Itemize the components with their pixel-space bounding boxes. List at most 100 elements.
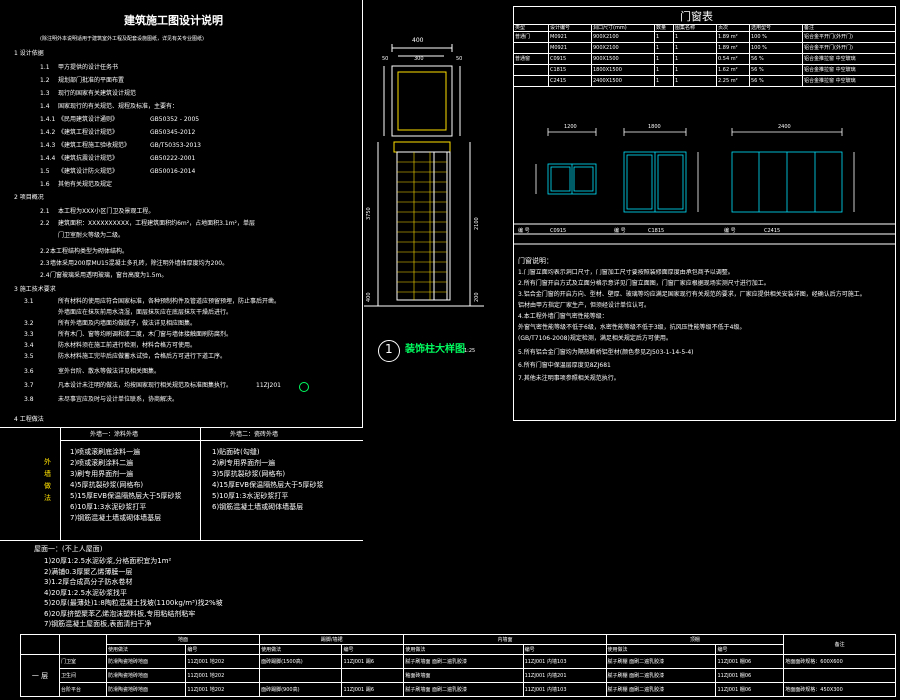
note-item: 外窗气密性能等级不低于6级，水密性能等级不低于3级，抗风压性能等级不低于4级。 xyxy=(518,324,746,331)
list-item: 1.4.2 《建筑工程设计规范》 GB50345-2012 xyxy=(40,129,196,136)
elevation-code: C2415 xyxy=(764,228,780,234)
finish-item: 7)钢筋混凝土墙或砌体墙基层 xyxy=(70,514,162,522)
list-item: 1.4 国家现行的有关规范、规程及标准，主要有： xyxy=(40,103,179,110)
window-notes-list: 1.门窗立面均表示洞口尺寸，门窗加工尺寸要按照装修面厚度由承包商予以调整。 2.… xyxy=(518,269,892,386)
list-item: 1.6 其他有关规范及规定 xyxy=(40,181,113,188)
table-row: 一 层 门卫室 防滑陶瓷地砖地面 11ZJ001 地202 面砖踢脚(1500高)… xyxy=(20,654,896,697)
list-item: 3.4 防水材料须在施工前进行检测，材料合格方可使用。 xyxy=(24,342,197,349)
finish-item: 1)贴面砖(勾缝) xyxy=(212,448,260,456)
finish-item: 6)10厚1:3水泥砂浆打平 xyxy=(70,503,147,511)
window-elevation-c1815 xyxy=(623,128,699,213)
section-4-heading: 4 工程做法 xyxy=(14,416,44,423)
elevation-label: 编 号 xyxy=(614,227,626,234)
list-item: 2.2 本工程结构类型为砌体结构。 xyxy=(40,248,129,255)
note-item: (GB/T7106-2008)规定检测，满足相关规定后方可使用。 xyxy=(518,335,672,342)
finish-item: 6)钢筋混凝土墙或砌体墙基层 xyxy=(212,503,304,511)
list-item: 3.8 未尽事宜应及时与设计单位联系，协商解决。 xyxy=(24,396,179,403)
finish-col-1: 1)喷或滚刷底涂料一遍 2)喷或滚刷涂料二遍 3)刷专用界面剂一遍 4)5厚抗裂… xyxy=(70,448,182,525)
list-item: 3.3 所有木门、窗等均刷调和漆二度，木门窗与墙体接触面刷防腐剂。 xyxy=(24,331,233,338)
table-row: 普通窗 C0915 900X1500 1 1 0.54 m² 56 % 铝合金推拉窗 中空玻璃 xyxy=(513,53,896,65)
window-elevation-c0915 xyxy=(535,128,597,195)
list-item: 1.3 现行的国家有关建筑设计规范 xyxy=(40,90,137,97)
finish-item: 1)喷或滚刷底涂料一遍 xyxy=(70,448,141,456)
note-item: 2.所有门窗开启方式及立面分格示意详见门窗立面图，门窗厂家应根据现场实测尺寸进行… xyxy=(518,280,770,287)
list-item: 3.6 室外台阶、散水等做法详见相关图集。 xyxy=(24,368,161,375)
list-item: 2.1 本工程为XXX小区门卫及景观工程。 xyxy=(40,208,155,215)
list-item: 3.5 防水材料施工完毕后应做蓄水试验，合格后方可进行下道工序。 xyxy=(24,353,227,360)
column-elevation-view xyxy=(364,141,484,307)
list-item: 1.1 甲方提供的设计任务书 xyxy=(40,64,119,71)
elevation-dim: 1800 xyxy=(648,124,661,130)
table-row: C1815 1800X1500 1 1 1.62 m² 56 % 铝合金推拉窗 中空玻璃 xyxy=(513,64,896,76)
dim-label: 2100 xyxy=(474,217,480,230)
window-elevation-c2415 xyxy=(731,128,855,213)
dim-label: 400 xyxy=(412,37,424,44)
dim-label: 3750 xyxy=(366,207,372,220)
table-row: M0921 900X2100 1 1 1.89 m² 100 % 铝合金平开门(外开门) xyxy=(513,42,896,54)
section-2-heading: 2 项目概况 xyxy=(14,194,44,201)
list-item: 3.1 所有材料的使用应符合国家标准，各种预制构件及管道应预留预埋，防止事后开凿。 xyxy=(24,298,281,305)
finish-item: 4)15厚EVB保温隔热层大于5厚砂浆 xyxy=(212,481,324,489)
roof-item: 3)1.2厚合成高分子防水卷材 xyxy=(44,578,133,586)
list-item: 1.2 规划部门批准的平面布置 xyxy=(40,77,125,84)
section-3-marker-icon xyxy=(299,382,309,392)
finish-item: 4)5厚抗裂砂浆(网格布) xyxy=(70,481,144,489)
page-title: 建筑施工图设计说明 xyxy=(124,14,223,27)
roof-title: 屋面一：(不上人屋面) xyxy=(34,545,103,553)
dim-label: 200 xyxy=(474,292,480,302)
finish-table-col-divider xyxy=(200,428,201,540)
detail-callout-number: 1 xyxy=(385,342,393,356)
note-item: 3.铝合金门窗的开启方向、型材、壁厚、玻璃等均应满足国家现行有关规范的要求，厂家… xyxy=(518,291,866,298)
frame-finish-bottom xyxy=(0,540,363,541)
list-item: 1.5 《建筑设计防火规范》 GB50016-2014 xyxy=(40,168,196,175)
note-item: 铝材由甲方指定厂家生产，但须经设计单位认可。 xyxy=(518,302,651,309)
elevation-dim: 1200 xyxy=(564,124,577,130)
finish-table-header-2: 外墙二：瓷砖外墙 xyxy=(230,431,279,438)
finish-item: 5)10厚1:3水泥砂浆打平 xyxy=(212,492,289,500)
frame-right-top xyxy=(513,6,896,7)
page-subtitle: (除注明外本说明适用于建筑室外工程及配套设施图纸，详见有关专业图纸) xyxy=(40,36,204,42)
section-1-list: 1.1 甲方提供的设计任务书 1.2 规划部门批准的平面布置 1.3 现行的国家有关建… xyxy=(14,64,354,194)
finish-item: 2)喷或滚刷涂料二遍 xyxy=(70,459,134,467)
frame-left-panel-right xyxy=(362,0,363,427)
dim-label: 300 xyxy=(414,56,424,62)
roof-item: 4)20厚1:2.5水泥砂浆找平 xyxy=(44,588,128,597)
list-item: 2.3 墙体采用200厚MU15混凝土多孔砖，除注明外墙体厚度均为200。 xyxy=(40,260,229,267)
window-table: 类型 设计编号 洞口尺寸(mm) 数量 图集名称 页次 选用型号 备注 普通门 M0921 900… xyxy=(513,24,896,87)
table-subheader-row: 使用做法 编号 使用做法 编号 使用做法 编号 使用做法 编号 xyxy=(21,644,896,655)
elevation-code: C1815 xyxy=(648,228,664,234)
finish-table-header-line xyxy=(60,440,363,441)
finish-item: 5)15厚EVB保温隔热层大于5厚砂浆 xyxy=(70,492,182,500)
table-row: C2415 2400X1500 1 1 2.25 m² 56 % 铝合金推拉窗 中空玻璃 xyxy=(513,75,896,87)
finish-col-2: 1)贴面砖(勾缝) 2)刷专用界面剂一遍 3)5厚抗裂砂浆(网格布) 4)15厚… xyxy=(212,448,324,514)
list-item: 2.4 门窗玻璃采用透明玻璃，窗台高度为1.5m。 xyxy=(40,272,168,279)
roof-item: 5)20厚(最薄处)1:8陶粒混凝土找坡(1100kg/m³)找2%坡 xyxy=(44,599,223,607)
finish-item: 2)刷专用界面剂一遍 xyxy=(212,459,276,467)
section-2-list: 2.1 本工程为XXX小区门卫及景观工程。 2.2 建筑面积：XXXXXXXXXX，… xyxy=(14,208,354,284)
section-3-heading: 3 施工技术要求 xyxy=(14,286,56,293)
note-item: 6.所有门窗中保温层厚度见8ZJ681 xyxy=(518,362,611,369)
window-table-title: 门窗表 xyxy=(680,10,713,23)
table-row: 卫生间 防滑陶瓷地砖地面 11ZJ001 地202 釉面砖墙面 11ZJ001 内墙… xyxy=(21,668,896,683)
table-row: 台阶平台 防滑陶瓷地砖地面 11ZJ001 地202 面砖踢脚(900高) 11ZJ… xyxy=(21,682,896,697)
section-1-heading: 1 设计依据 xyxy=(14,50,44,57)
note-item: 4.本工程外墙门窗气密性能等级： xyxy=(518,313,608,320)
note-item: 7.其他未注明事项参照相关规范执行。 xyxy=(518,375,620,382)
table-row: 普通门 M0921 900X2100 1 1 1.89 m² 100 % 铝合金平开门(外开门… xyxy=(513,31,896,43)
list-item: 3.2 所有外墙面及内墙面均做腻子，做法详见相应图集。 xyxy=(24,320,197,327)
table-header-row: 类型 设计编号 洞口尺寸(mm) 数量 图集名称 页次 选用型号 备注 xyxy=(513,24,896,32)
roof-item: 1)20厚1:2.5水泥砂浆,分格面积宜为1m² xyxy=(44,557,172,565)
finish-table-header-1: 外墙一：涂料外墙 xyxy=(90,431,139,438)
window-elevations: 1200 1800 2400 编 号 C0915 编 号 C1815 编 号 C… xyxy=(514,124,895,245)
finish-table-side-label: 外墙做法 xyxy=(44,458,51,502)
detail-caption: 装饰柱大样图 xyxy=(405,344,465,355)
table-header-row: 地面 踢脚/墙裙 内墙面 顶棚 备注 xyxy=(20,634,896,655)
note-item: 1.门窗立面均表示洞口尺寸，门窗加工尺寸要按照装修面厚度由承包商予以调整。 xyxy=(518,269,734,276)
finish-item: 3)刷专用界面剂一遍 xyxy=(70,470,134,478)
list-item: 门卫室耐火等级为二级。 xyxy=(58,232,125,239)
detail-scale: 1:25 xyxy=(464,348,476,354)
frame-mid-divider xyxy=(0,427,363,428)
list-item: 1.4.4 《建筑抗震设计规范》 GB50222-2001 xyxy=(40,155,196,162)
roof-item: 7)钢筋混凝土屋面板,表面清扫干净 xyxy=(44,620,152,628)
note-item: 5.所有铝合金门窗均为隔热断桥铝型材(颜色参见ZJ503-1-14-5-4) xyxy=(518,349,694,356)
